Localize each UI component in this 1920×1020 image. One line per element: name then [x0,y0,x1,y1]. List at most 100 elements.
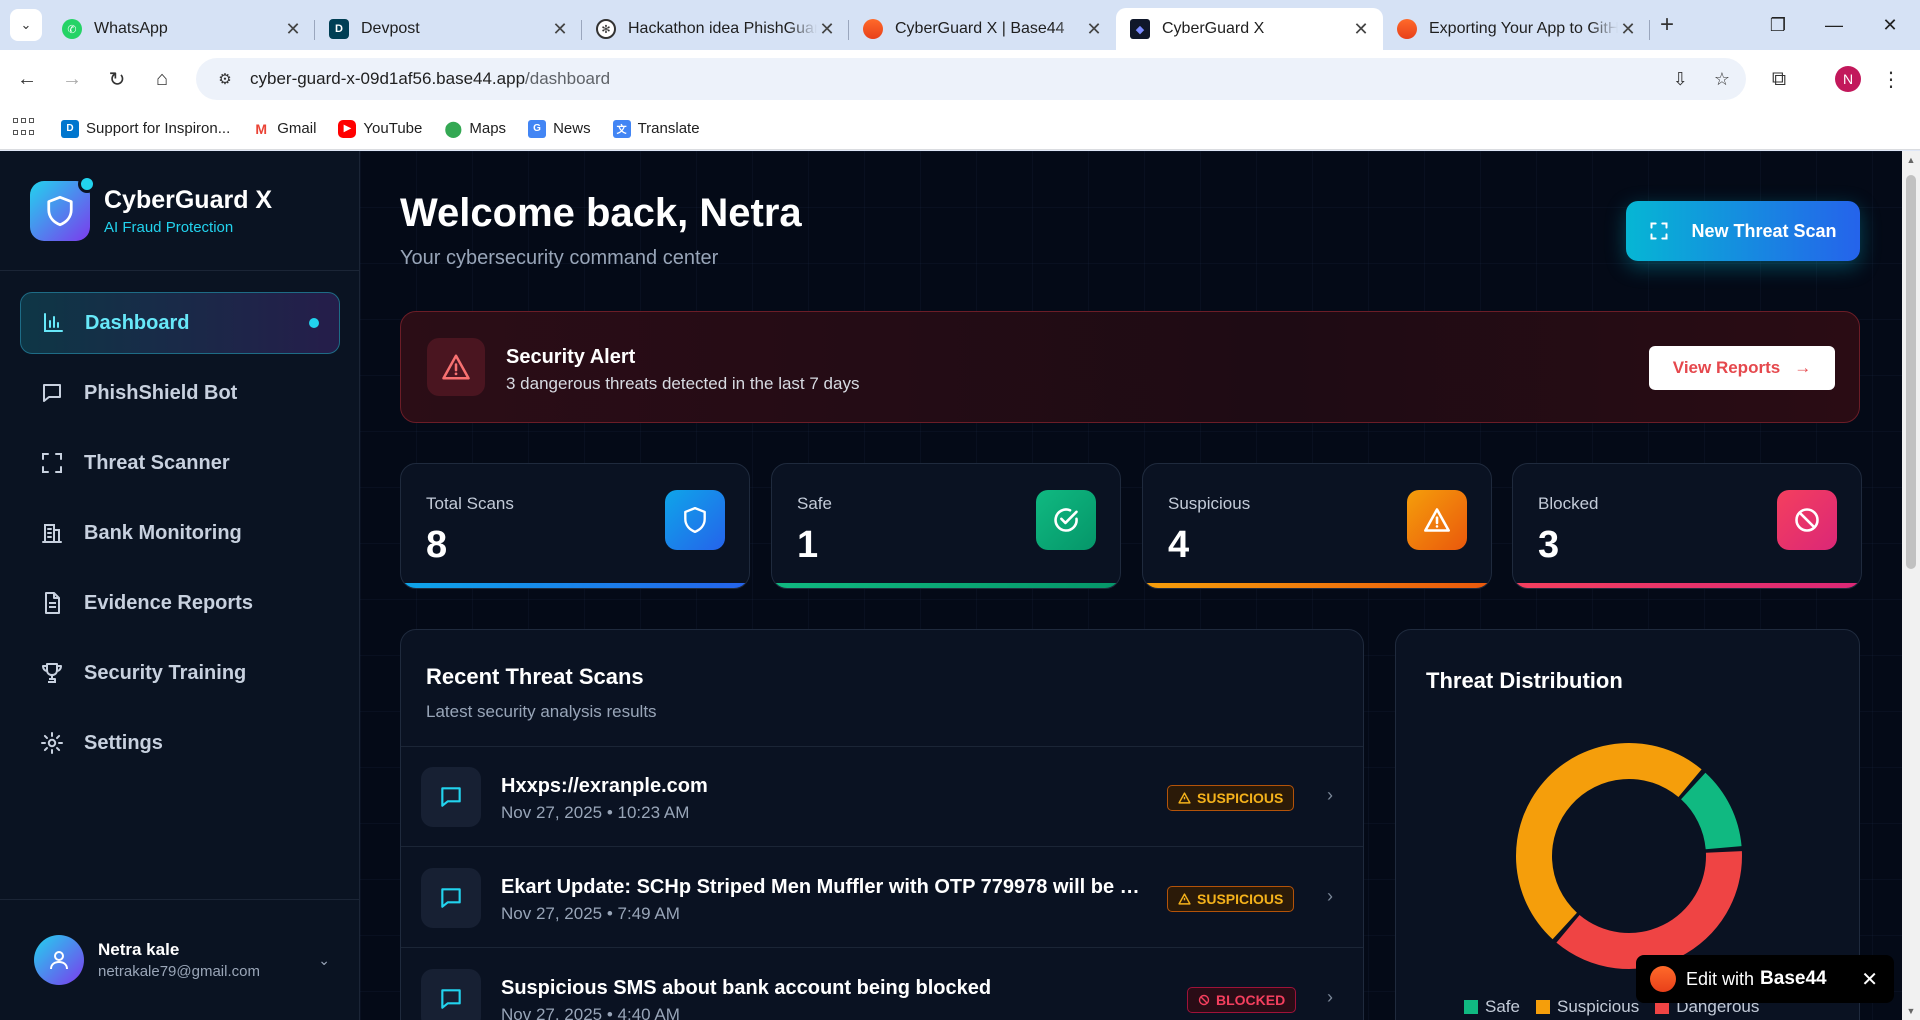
home-button[interactable]: ⌂ [145,62,179,96]
table-row[interactable]: Hxxps://exranple.com Nov 27, 2025 • 10:2… [401,747,1363,847]
button-label: New Threat Scan [1691,220,1837,241]
scroll-down-arrow[interactable]: ▼ [1902,1002,1920,1020]
sidebar-item-evidence-reports[interactable]: Evidence Reports [20,572,340,634]
youtube-icon: ▶ [338,119,357,138]
ban-icon [1777,490,1837,550]
close-icon: ✕ [1882,14,1898,35]
new-tab-button[interactable]: + [1652,10,1682,40]
tab-exporting-app[interactable]: Exporting Your App to GitHub ✕ [1383,8,1650,50]
table-row[interactable]: Ekart Update: SCHp Striped Men Muffler w… [401,848,1363,948]
stat-card-total-scans[interactable]: Total Scans 8 [400,463,750,589]
browser-menu-button[interactable]: ⋮ [1874,62,1908,96]
badge-label: BLOCKED [1216,992,1286,1008]
whatsapp-icon: ✆ [62,19,82,39]
donut-slice-dangerous[interactable] [1556,851,1742,969]
tab-hackathon-idea[interactable]: ✻ Hackathon idea PhishGuard ✕ [582,8,849,50]
legend-item-safe: Safe [1464,997,1520,1017]
message-square-icon [421,767,481,827]
stat-value: 4 [1168,524,1190,566]
divider [0,899,360,900]
close-icon[interactable]: ✕ [1618,19,1638,40]
forward-button[interactable]: → [55,62,89,96]
tab-cyberguard-base44[interactable]: CyberGuard X | Base44 ✕ [849,8,1116,50]
install-app-icon[interactable]: ⇩ [1673,69,1688,90]
badge-label: SUSPICIOUS [1197,790,1284,806]
close-icon[interactable]: ✕ [550,19,570,40]
close-window-button[interactable]: ✕ [1862,0,1918,50]
stat-card-suspicious[interactable]: Suspicious 4 [1142,463,1492,589]
reload-button[interactable]: ↻ [100,62,134,96]
edit-with-base44-badge[interactable]: Edit with Base44 ✕ [1636,955,1894,1003]
restore-button[interactable]: ❐ [1750,0,1806,50]
profile-avatar: N [1835,66,1861,92]
donut-slice-safe[interactable] [1681,772,1742,850]
apps-grid-icon[interactable] [13,117,35,140]
warning-icon [1178,792,1191,804]
chevron-down-icon[interactable]: ⌄ [318,952,330,969]
tab-title: WhatsApp [94,20,168,37]
app-viewport: CyberGuard X AI Fraud Protection Dashboa… [0,151,1920,1020]
sidebar-item-label: Dashboard [85,311,190,334]
close-icon[interactable]: ✕ [1861,967,1878,992]
recent-threat-scans-panel: Recent Threat Scans Latest security anal… [400,629,1364,1020]
restore-icon: ❐ [1769,14,1787,35]
minimize-button[interactable]: — [1806,0,1862,50]
address-bar[interactable]: ⚙ cyber-guard-x-09d1af56.base44.app/dash… [196,58,1746,100]
chatgpt-icon: ✻ [596,19,616,39]
stat-accent-bar [1143,583,1491,588]
bookmark-translate[interactable]: 文 Translate [612,119,700,138]
stat-label: Suspicious [1168,494,1251,513]
ban-icon [1198,994,1210,1006]
bookmark-gmail[interactable]: M Gmail [252,119,316,138]
address-url[interactable]: cyber-guard-x-09d1af56.base44.app/dashbo… [250,69,610,89]
tab-cyberguard-active[interactable]: ◆ CyberGuard X ✕ [1116,8,1383,50]
sidebar-item-phishshield-bot[interactable]: PhishShield Bot [20,362,340,424]
sidebar-item-dashboard[interactable]: Dashboard [20,292,340,354]
tab-title: CyberGuard X | Base44 [895,20,1065,37]
sidebar-item-threat-scanner[interactable]: Threat Scanner [20,432,340,494]
sidebar-item-bank-monitoring[interactable]: Bank Monitoring [20,502,340,564]
bookmark-youtube[interactable]: ▶ YouTube [338,119,422,138]
back-button[interactable]: ← [10,62,44,96]
bookmark-news[interactable]: G News [528,119,591,138]
donut-slice-suspicious[interactable] [1516,743,1702,940]
stat-card-safe[interactable]: Safe 1 [771,463,1121,589]
table-row[interactable]: Suspicious SMS about bank account being … [401,949,1363,1020]
tab-search-button[interactable]: ⌄ [10,9,42,41]
button-label: View Reports [1672,358,1781,377]
bookmark-maps[interactable]: ⬤ Maps [444,119,506,138]
sidebar-item-label: Evidence Reports [84,591,253,614]
view-reports-button[interactable]: View Reports → [1649,346,1835,390]
sidebar-item-settings[interactable]: Settings [20,712,340,774]
new-threat-scan-button[interactable]: New Threat Scan [1626,201,1860,261]
threat-donut-chart [1516,743,1742,969]
close-icon[interactable]: ✕ [1084,19,1104,40]
warning-icon [1178,893,1191,905]
page-scrollbar[interactable]: ▲ ▼ [1902,151,1920,1020]
brand[interactable]: CyberGuard X AI Fraud Protection [30,175,272,241]
active-indicator [309,318,319,328]
close-icon[interactable]: ✕ [817,19,837,40]
user-profile-menu[interactable]: Netra kale netrakale79@gmail.com ⌄ [34,935,330,985]
bookmark-dell[interactable]: D Support for Inspiron... [61,119,230,138]
reload-icon: ↻ [108,68,126,91]
scroll-up-arrow[interactable]: ▲ [1902,151,1920,169]
divider [0,270,360,271]
tab-whatsapp[interactable]: ✆ WhatsApp ✕ [48,8,315,50]
close-icon[interactable]: ✕ [283,19,303,40]
site-info-icon[interactable]: ⚙ [208,70,242,88]
security-alert-banner: Security Alert 3 dangerous threats detec… [400,311,1860,423]
extensions-button[interactable]: ⧉ [1762,62,1796,96]
panel-title: Threat Distribution [1426,668,1623,693]
sidebar-item-security-training[interactable]: Security Training [20,642,340,704]
tab-devpost[interactable]: D Devpost ✕ [315,8,582,50]
profile-button[interactable]: N [1831,62,1865,96]
dell-icon: D [61,119,79,138]
chevron-right-icon: › [1327,987,1333,1007]
stat-card-blocked[interactable]: Blocked 3 [1512,463,1862,589]
close-icon[interactable]: ✕ [1351,19,1371,40]
stat-label: Blocked [1538,494,1599,513]
scan-icon [42,453,62,473]
bookmark-star-icon[interactable]: ☆ [1714,69,1730,90]
scrollbar-thumb[interactable] [1906,175,1916,569]
